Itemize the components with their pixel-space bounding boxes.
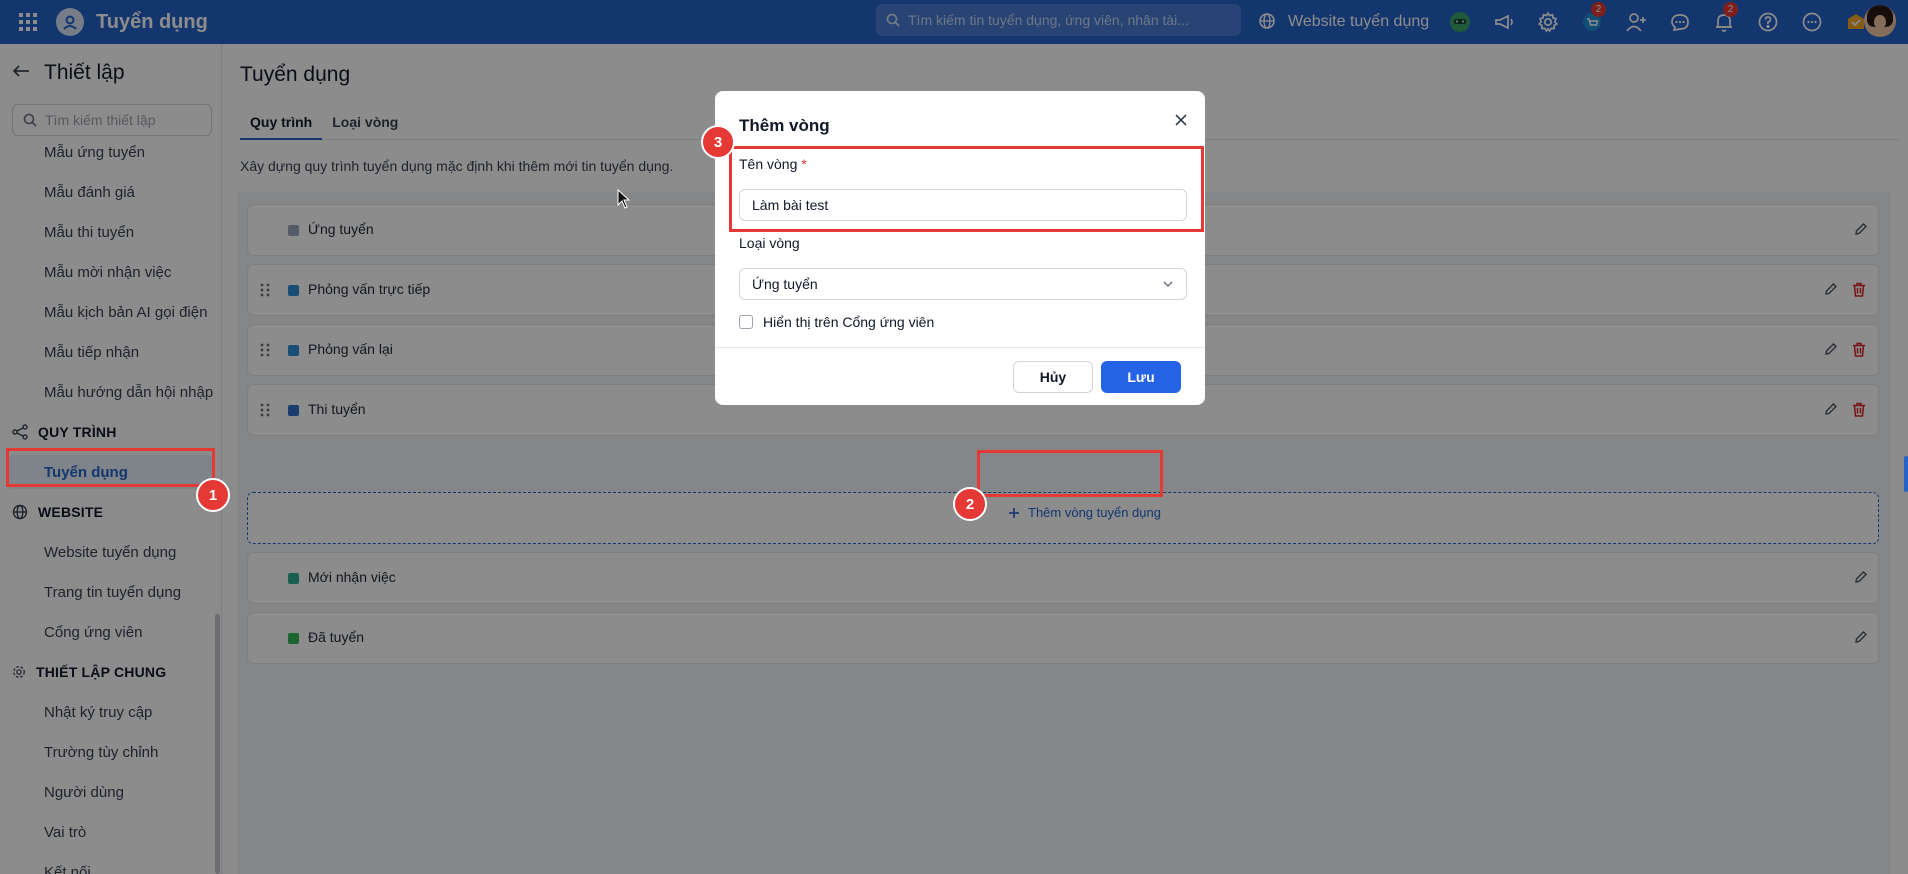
highlight-box-1	[6, 448, 215, 487]
close-icon[interactable]	[1175, 113, 1187, 130]
add-stage-modal: Thêm vòng Tên vòng* Loại vòng Ứng tuyển …	[715, 91, 1205, 405]
show-on-portal-label: Hiển thị trên Cổng ứng viên	[763, 314, 935, 330]
stage-type-value: Ứng tuyển	[752, 276, 818, 292]
step-marker-1: 1	[196, 478, 230, 512]
save-button[interactable]: Lưu	[1101, 361, 1181, 393]
page-scroll-indicator[interactable]	[1904, 456, 1908, 492]
stage-type-label: Loại vòng	[739, 235, 800, 251]
step-marker-3: 3	[701, 125, 735, 159]
highlight-box-2	[977, 450, 1163, 497]
modal-footer-divider	[715, 347, 1205, 348]
modal-title: Thêm vòng	[739, 116, 830, 135]
chevron-down-icon	[1163, 281, 1173, 288]
show-on-portal-option[interactable]: Hiển thị trên Cổng ứng viên	[739, 314, 934, 330]
highlight-box-3	[729, 146, 1204, 232]
step-marker-2: 2	[953, 487, 987, 521]
show-on-portal-checkbox[interactable]	[739, 315, 753, 329]
cancel-button[interactable]: Hủy	[1013, 361, 1093, 393]
mouse-cursor-icon	[617, 188, 631, 213]
stage-type-select[interactable]: Ứng tuyển	[739, 268, 1187, 300]
